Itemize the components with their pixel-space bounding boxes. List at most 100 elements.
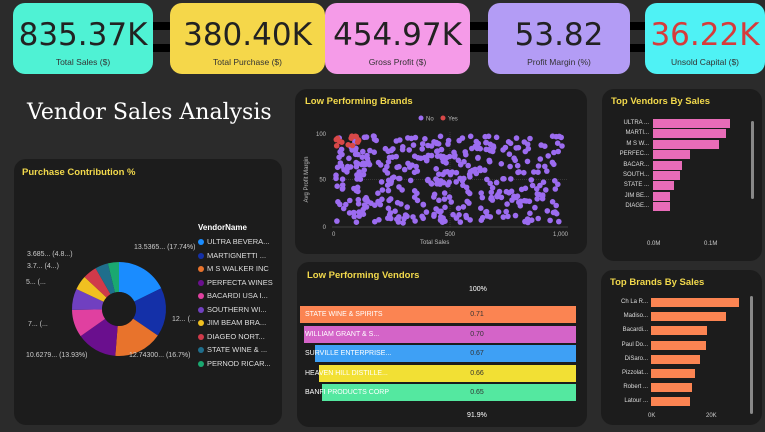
scatter-point[interactable] <box>431 139 437 145</box>
bar[interactable] <box>653 119 731 128</box>
legend-item[interactable]: SOUTHERN WI... <box>198 305 267 314</box>
scatter-point[interactable] <box>456 137 462 144</box>
scatter-point[interactable] <box>414 168 421 174</box>
scatter-point[interactable] <box>552 178 558 184</box>
bar[interactable] <box>651 340 706 350</box>
scatter-point[interactable] <box>384 170 391 176</box>
scatter-point[interactable] <box>434 148 440 155</box>
scatter-point[interactable] <box>392 208 398 214</box>
scatter-point[interactable] <box>418 155 424 162</box>
scatter-point[interactable] <box>347 197 353 204</box>
scatter-point[interactable] <box>334 218 340 224</box>
scatter-point[interactable] <box>436 197 442 204</box>
legend-item[interactable]: PERNOD RICAR... <box>198 359 271 368</box>
scatter-point[interactable] <box>483 139 489 146</box>
scatter-point[interactable] <box>422 136 428 142</box>
scatter-point[interactable] <box>433 166 439 172</box>
scatter-point-flagged[interactable] <box>339 139 345 145</box>
scatter-point[interactable] <box>465 189 471 195</box>
scatter-point[interactable] <box>487 214 494 220</box>
scatter-point[interactable] <box>495 209 502 215</box>
scatter-point[interactable] <box>535 215 541 222</box>
scatter-point[interactable] <box>550 209 557 216</box>
legend-label[interactable]: No <box>426 117 434 123</box>
scatter-point[interactable] <box>397 137 403 143</box>
scatter-point[interactable] <box>464 198 470 205</box>
scatter-point[interactable] <box>361 134 368 141</box>
scatter-point[interactable] <box>364 155 371 162</box>
scatter-point[interactable] <box>414 190 420 197</box>
top-brands-card[interactable]: Top Brands By Sales Ch La R... Madiso... B… <box>601 270 762 425</box>
scatter-point[interactable] <box>490 143 497 149</box>
scatter-point[interactable] <box>517 200 523 206</box>
scatter-point[interactable] <box>424 156 430 163</box>
scatter-point[interactable] <box>440 179 447 186</box>
scatter-point[interactable] <box>339 186 346 192</box>
scatter-point[interactable] <box>448 199 454 205</box>
scatter-point[interactable] <box>423 209 430 215</box>
scatter-point[interactable] <box>504 201 510 207</box>
scatter-point[interactable] <box>390 146 396 152</box>
scatter-point[interactable] <box>539 195 546 202</box>
scatter-point[interactable] <box>404 204 410 210</box>
scatter-point[interactable] <box>445 141 451 147</box>
scatter-point[interactable] <box>501 176 507 182</box>
kpi-card[interactable]: 835.37K Total Sales ($) <box>13 3 153 74</box>
scatter-point[interactable] <box>507 140 514 147</box>
scatter-point[interactable] <box>485 133 492 140</box>
scatter-point-flagged[interactable] <box>352 133 359 140</box>
scatter-point[interactable] <box>512 157 518 164</box>
bar[interactable] <box>651 326 708 336</box>
bar[interactable] <box>651 298 739 307</box>
legend-item[interactable]: MARTIGNETTI ... <box>198 251 266 260</box>
scatter-point[interactable] <box>514 162 521 169</box>
scatter-point[interactable] <box>522 185 529 192</box>
scatter-point[interactable] <box>334 183 340 189</box>
scatter-point[interactable] <box>479 194 486 201</box>
scatter-point[interactable] <box>337 201 343 208</box>
scatter-point[interactable] <box>385 177 392 184</box>
scatter-point[interactable] <box>461 158 467 165</box>
scatter-point[interactable] <box>457 219 464 225</box>
scatter-point[interactable] <box>375 198 381 205</box>
scatter-point[interactable] <box>500 214 507 220</box>
bar[interactable] <box>651 312 727 322</box>
scatter-point[interactable] <box>542 163 548 170</box>
scatter-point[interactable] <box>455 205 462 212</box>
scatter-point[interactable] <box>385 187 392 194</box>
scatter-point[interactable] <box>375 190 381 196</box>
scatter-point[interactable] <box>356 213 363 219</box>
legend-label[interactable]: Yes <box>448 117 458 123</box>
scatter-point[interactable] <box>547 217 553 224</box>
legend-item[interactable]: ULTRA BEVERA... <box>198 237 269 246</box>
bar[interactable] <box>653 181 674 191</box>
scatter-point[interactable] <box>512 212 519 219</box>
scatter-point[interactable] <box>433 176 439 182</box>
scatter-point[interactable] <box>407 177 414 184</box>
scatter-point[interactable] <box>360 160 367 166</box>
scatter-point[interactable] <box>355 160 361 167</box>
kpi-card[interactable]: 454.97K Gross Profit ($) <box>325 3 470 74</box>
scatter-point[interactable] <box>537 156 544 162</box>
scatter-point[interactable] <box>558 134 564 141</box>
bar[interactable] <box>653 202 671 212</box>
purchase-contribution-card[interactable]: Purchase Contribution % 13.5365... (17.7… <box>14 159 282 425</box>
scatter-point[interactable] <box>396 175 402 182</box>
scatter-point[interactable] <box>508 176 514 182</box>
scatter-point[interactable] <box>532 204 538 211</box>
scatter-point[interactable] <box>371 149 377 155</box>
scatter-point[interactable] <box>437 133 444 140</box>
scatter-point[interactable] <box>404 213 410 220</box>
scatter-point[interactable] <box>451 149 457 156</box>
scatter-point[interactable] <box>531 169 537 175</box>
scatter-point[interactable] <box>400 220 406 226</box>
legend-item[interactable]: DIAGEO NORT... <box>198 332 265 341</box>
scatter-point[interactable] <box>346 155 352 162</box>
scatter-point[interactable] <box>360 148 366 155</box>
scatter-point[interactable] <box>386 212 393 218</box>
scatter-point[interactable] <box>549 159 556 166</box>
scatter-point[interactable] <box>339 176 346 182</box>
scatter-point[interactable] <box>477 167 484 174</box>
scatter-point[interactable] <box>442 204 448 211</box>
scatter-point[interactable] <box>488 196 494 202</box>
